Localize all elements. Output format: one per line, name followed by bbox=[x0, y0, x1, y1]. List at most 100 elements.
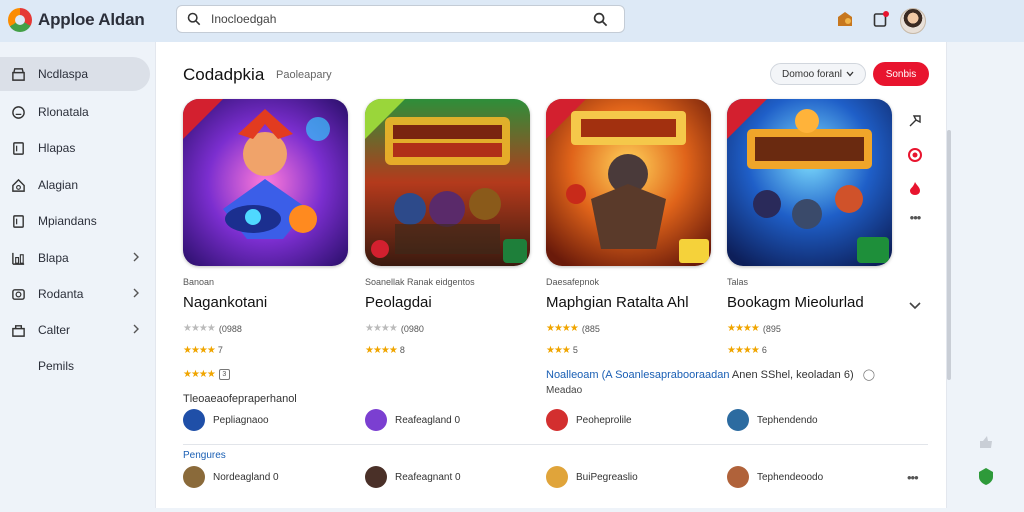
description-text: Tleoaeaofepraperhanol bbox=[183, 393, 297, 405]
nianarea-game-icon[interactable] bbox=[727, 99, 892, 266]
rating-row: ★★★★ (885 bbox=[546, 323, 600, 334]
review-count: (895 bbox=[762, 323, 781, 334]
sidebar-item-8[interactable]: Pemils bbox=[0, 349, 150, 383]
rating-stars: ★★★★ bbox=[183, 323, 216, 334]
publisher-item[interactable]: Tephendendo bbox=[727, 409, 818, 431]
sidebar-item-label: Pemils bbox=[38, 359, 75, 373]
rating-stars: ★★★ bbox=[546, 345, 571, 356]
publisher-item[interactable]: Tephendeoodo bbox=[727, 466, 823, 488]
notice-link[interactable]: Noalleoam (A Soanlesaprabooraadan bbox=[546, 369, 729, 381]
chevron-down-icon[interactable] bbox=[906, 297, 924, 315]
search-icon bbox=[187, 12, 201, 26]
sidebar-item-label: Rodanta bbox=[38, 287, 84, 301]
wek-sorgsan-game-icon[interactable] bbox=[365, 99, 530, 266]
review-count: (0988 bbox=[218, 323, 242, 334]
search-bar[interactable] bbox=[176, 5, 625, 33]
sidebar-item-3[interactable]: Alagian bbox=[0, 168, 150, 202]
app-logo[interactable]: Apploe Aldan bbox=[8, 8, 145, 32]
camera-icon bbox=[10, 286, 26, 302]
shield-icon[interactable] bbox=[976, 466, 996, 491]
developer-name: Talas bbox=[727, 277, 749, 287]
sidebar-item-7[interactable]: Calter bbox=[0, 313, 150, 347]
rating-value: 6 bbox=[761, 345, 767, 355]
publisher-name: Tephendendo bbox=[757, 414, 818, 426]
share-icon[interactable] bbox=[906, 112, 924, 130]
info-icon[interactable]: ◯ bbox=[863, 369, 875, 381]
extra-rating: ★★★★ 3 bbox=[183, 369, 230, 380]
filter-dropdown[interactable]: Domoo foranl bbox=[770, 63, 866, 85]
chevron-right-icon bbox=[133, 252, 139, 262]
publisher-name: BuiPegreaslio bbox=[576, 471, 638, 483]
rating-row-secondary: ★★★★ 7 bbox=[183, 345, 223, 356]
sidebar-item-5[interactable]: Blapa bbox=[0, 241, 150, 275]
main-panel: Codadpkia Paoleapary Domoo foranl Sonbis… bbox=[155, 42, 947, 508]
hero-game-icon[interactable] bbox=[183, 99, 348, 266]
rating-row-secondary: ★★★ 5 bbox=[546, 345, 578, 356]
record-icon[interactable] bbox=[906, 146, 924, 164]
page-subtitle: Paoleapary bbox=[276, 69, 332, 81]
rating-row-secondary: ★★★★ 6 bbox=[727, 345, 767, 356]
publisher-item[interactable]: Reafeagland 0 bbox=[365, 409, 460, 431]
chevron-down-icon bbox=[846, 71, 854, 77]
publisher-item[interactable]: Reafeagnant 0 bbox=[365, 466, 461, 488]
sidebar-item-6[interactable]: Rodanta bbox=[0, 277, 150, 311]
scrollbar-thumb[interactable] bbox=[947, 130, 951, 380]
game-title: Maphgian Ratalta Ahl bbox=[546, 294, 689, 311]
rating-value: 8 bbox=[399, 345, 405, 355]
sidebar-item-label: Mpiandans bbox=[38, 214, 97, 228]
rating-value: 5 bbox=[572, 345, 578, 355]
sidebar-item-0[interactable]: Ncdlaspa bbox=[0, 57, 150, 91]
library-icon[interactable] bbox=[836, 10, 854, 28]
sunekiah-game-icon[interactable] bbox=[546, 99, 711, 266]
top-bar: Apploe Aldan bbox=[0, 0, 1024, 42]
sidebar-item-2[interactable]: Hlapas bbox=[0, 131, 150, 165]
publisher-item[interactable]: Pepliagnaoo bbox=[183, 409, 269, 431]
publisher-name: Reafeagland 0 bbox=[395, 414, 461, 426]
rating-value: 7 bbox=[217, 345, 223, 355]
sidebar-item-label: Ncdlaspa bbox=[38, 67, 89, 81]
sidebar: Ncdlaspa Rlonatala Hlapas Alagian Mpiand… bbox=[0, 42, 155, 512]
review-count: (0980 bbox=[400, 323, 424, 334]
publisher-name: Tephendeoodo bbox=[757, 471, 824, 483]
sidebar-item-4[interactable]: Mpiandans bbox=[0, 204, 150, 238]
sidebar-item-1[interactable]: Rlonatala bbox=[0, 95, 150, 129]
home-icon bbox=[10, 177, 26, 193]
sidebar-item-label: Hlapas bbox=[38, 141, 76, 155]
app-title: Apploe Aldan bbox=[38, 10, 145, 29]
rating-row: ★★★★ (0980 bbox=[365, 323, 424, 334]
right-column bbox=[953, 42, 1024, 512]
publisher-item[interactable]: Peoheprolile bbox=[546, 409, 632, 431]
user-avatar[interactable] bbox=[900, 8, 926, 34]
sidebar-item-label: Calter bbox=[38, 323, 71, 337]
publisher-item[interactable]: BuiPegreaslio bbox=[546, 466, 638, 488]
publisher-item[interactable]: Nordeagland 0 bbox=[183, 466, 279, 488]
developer-name: Soanellak Ranak eidgentos bbox=[365, 277, 475, 287]
game-title: Nagankotani bbox=[183, 294, 268, 311]
sidebar-item-label: Rlonatala bbox=[38, 105, 89, 119]
bag-icon bbox=[10, 322, 26, 338]
primary-action-button[interactable]: Sonbis bbox=[873, 62, 929, 86]
game-title: Bookagm Mieolurlad bbox=[727, 294, 864, 311]
notice-text: Noalleoam (A Soanlesaprabooraadan Anen S… bbox=[546, 368, 875, 381]
search-input[interactable] bbox=[211, 12, 571, 26]
face-icon bbox=[10, 104, 26, 120]
rating-stars: ★★★★ bbox=[183, 369, 216, 380]
notice-rest: Anen SShel, keoladan 6) bbox=[731, 369, 854, 381]
more-options-icon[interactable]: ••• bbox=[907, 470, 919, 485]
section-label[interactable]: Pengures bbox=[183, 450, 226, 461]
notifications-icon[interactable] bbox=[872, 10, 890, 28]
page-title: Codadpkia bbox=[183, 65, 265, 84]
sidebar-item-label: Blapa bbox=[38, 251, 69, 265]
rating-stars: ★★★★ bbox=[365, 323, 398, 334]
publisher-avatar bbox=[546, 409, 568, 431]
search-submit-icon[interactable] bbox=[593, 12, 608, 27]
more-options-icon[interactable]: ••• bbox=[906, 208, 924, 226]
chart-icon bbox=[10, 250, 26, 266]
flame-icon[interactable] bbox=[906, 179, 924, 197]
rating-stars: ★★★★ bbox=[727, 345, 760, 356]
rating-stars: ★★★★ bbox=[183, 345, 216, 356]
game-title: Peolagdai bbox=[365, 294, 432, 311]
rating-stars: ★★★★ bbox=[727, 323, 760, 334]
store-icon bbox=[10, 66, 26, 82]
thumb-up-icon[interactable] bbox=[978, 435, 994, 454]
